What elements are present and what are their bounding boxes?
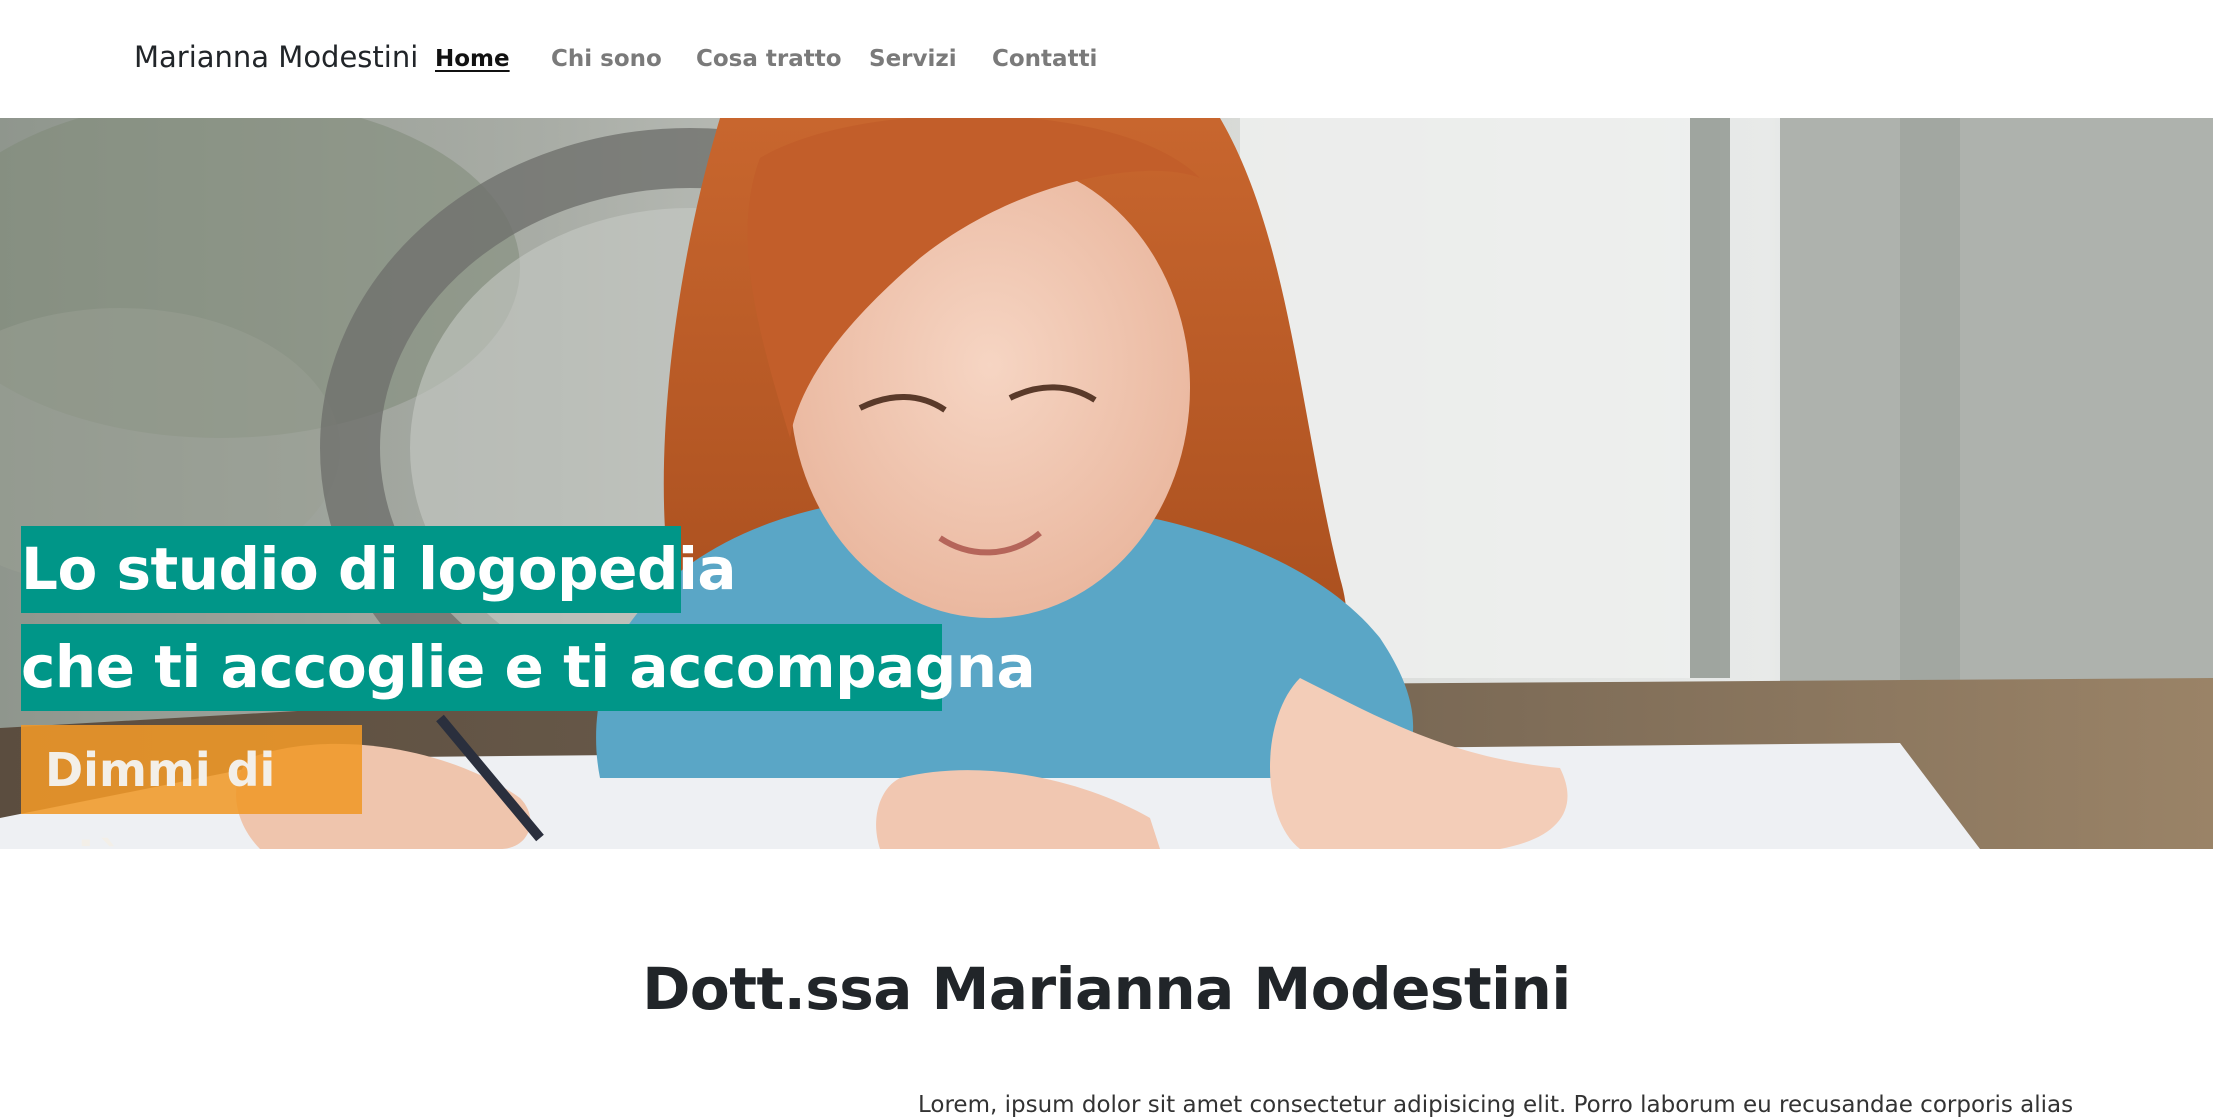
section-title: Dott.ssa Marianna Modestini	[642, 955, 1571, 1023]
brand-link[interactable]: Marianna Modestini	[134, 40, 418, 74]
navbar: Marianna Modestini Home Chi sono Cosa tr…	[0, 0, 2213, 118]
nav-link-cosa-tratto[interactable]: Cosa tratto	[696, 46, 842, 72]
hero-section: Lo studio di logopedia che ti accoglie e…	[0, 118, 2213, 849]
nav-link-servizi[interactable]: Servizi	[869, 46, 957, 72]
hero-headline-line-2: che ti accoglie e ti accompagna	[21, 624, 1036, 711]
nav-link-home[interactable]: Home	[435, 46, 510, 72]
nav-link-chi-sono[interactable]: Chi sono	[551, 46, 662, 72]
hero-headline-line-1: Lo studio di logopedia	[21, 526, 737, 613]
intro-paragraph: Lorem, ipsum dolor sit amet consectetur …	[918, 1092, 2074, 1118]
nav-link-contatti[interactable]: Contatti	[992, 46, 1097, 72]
dimmi-di-piu-button[interactable]: Dimmi di più	[21, 725, 362, 849]
